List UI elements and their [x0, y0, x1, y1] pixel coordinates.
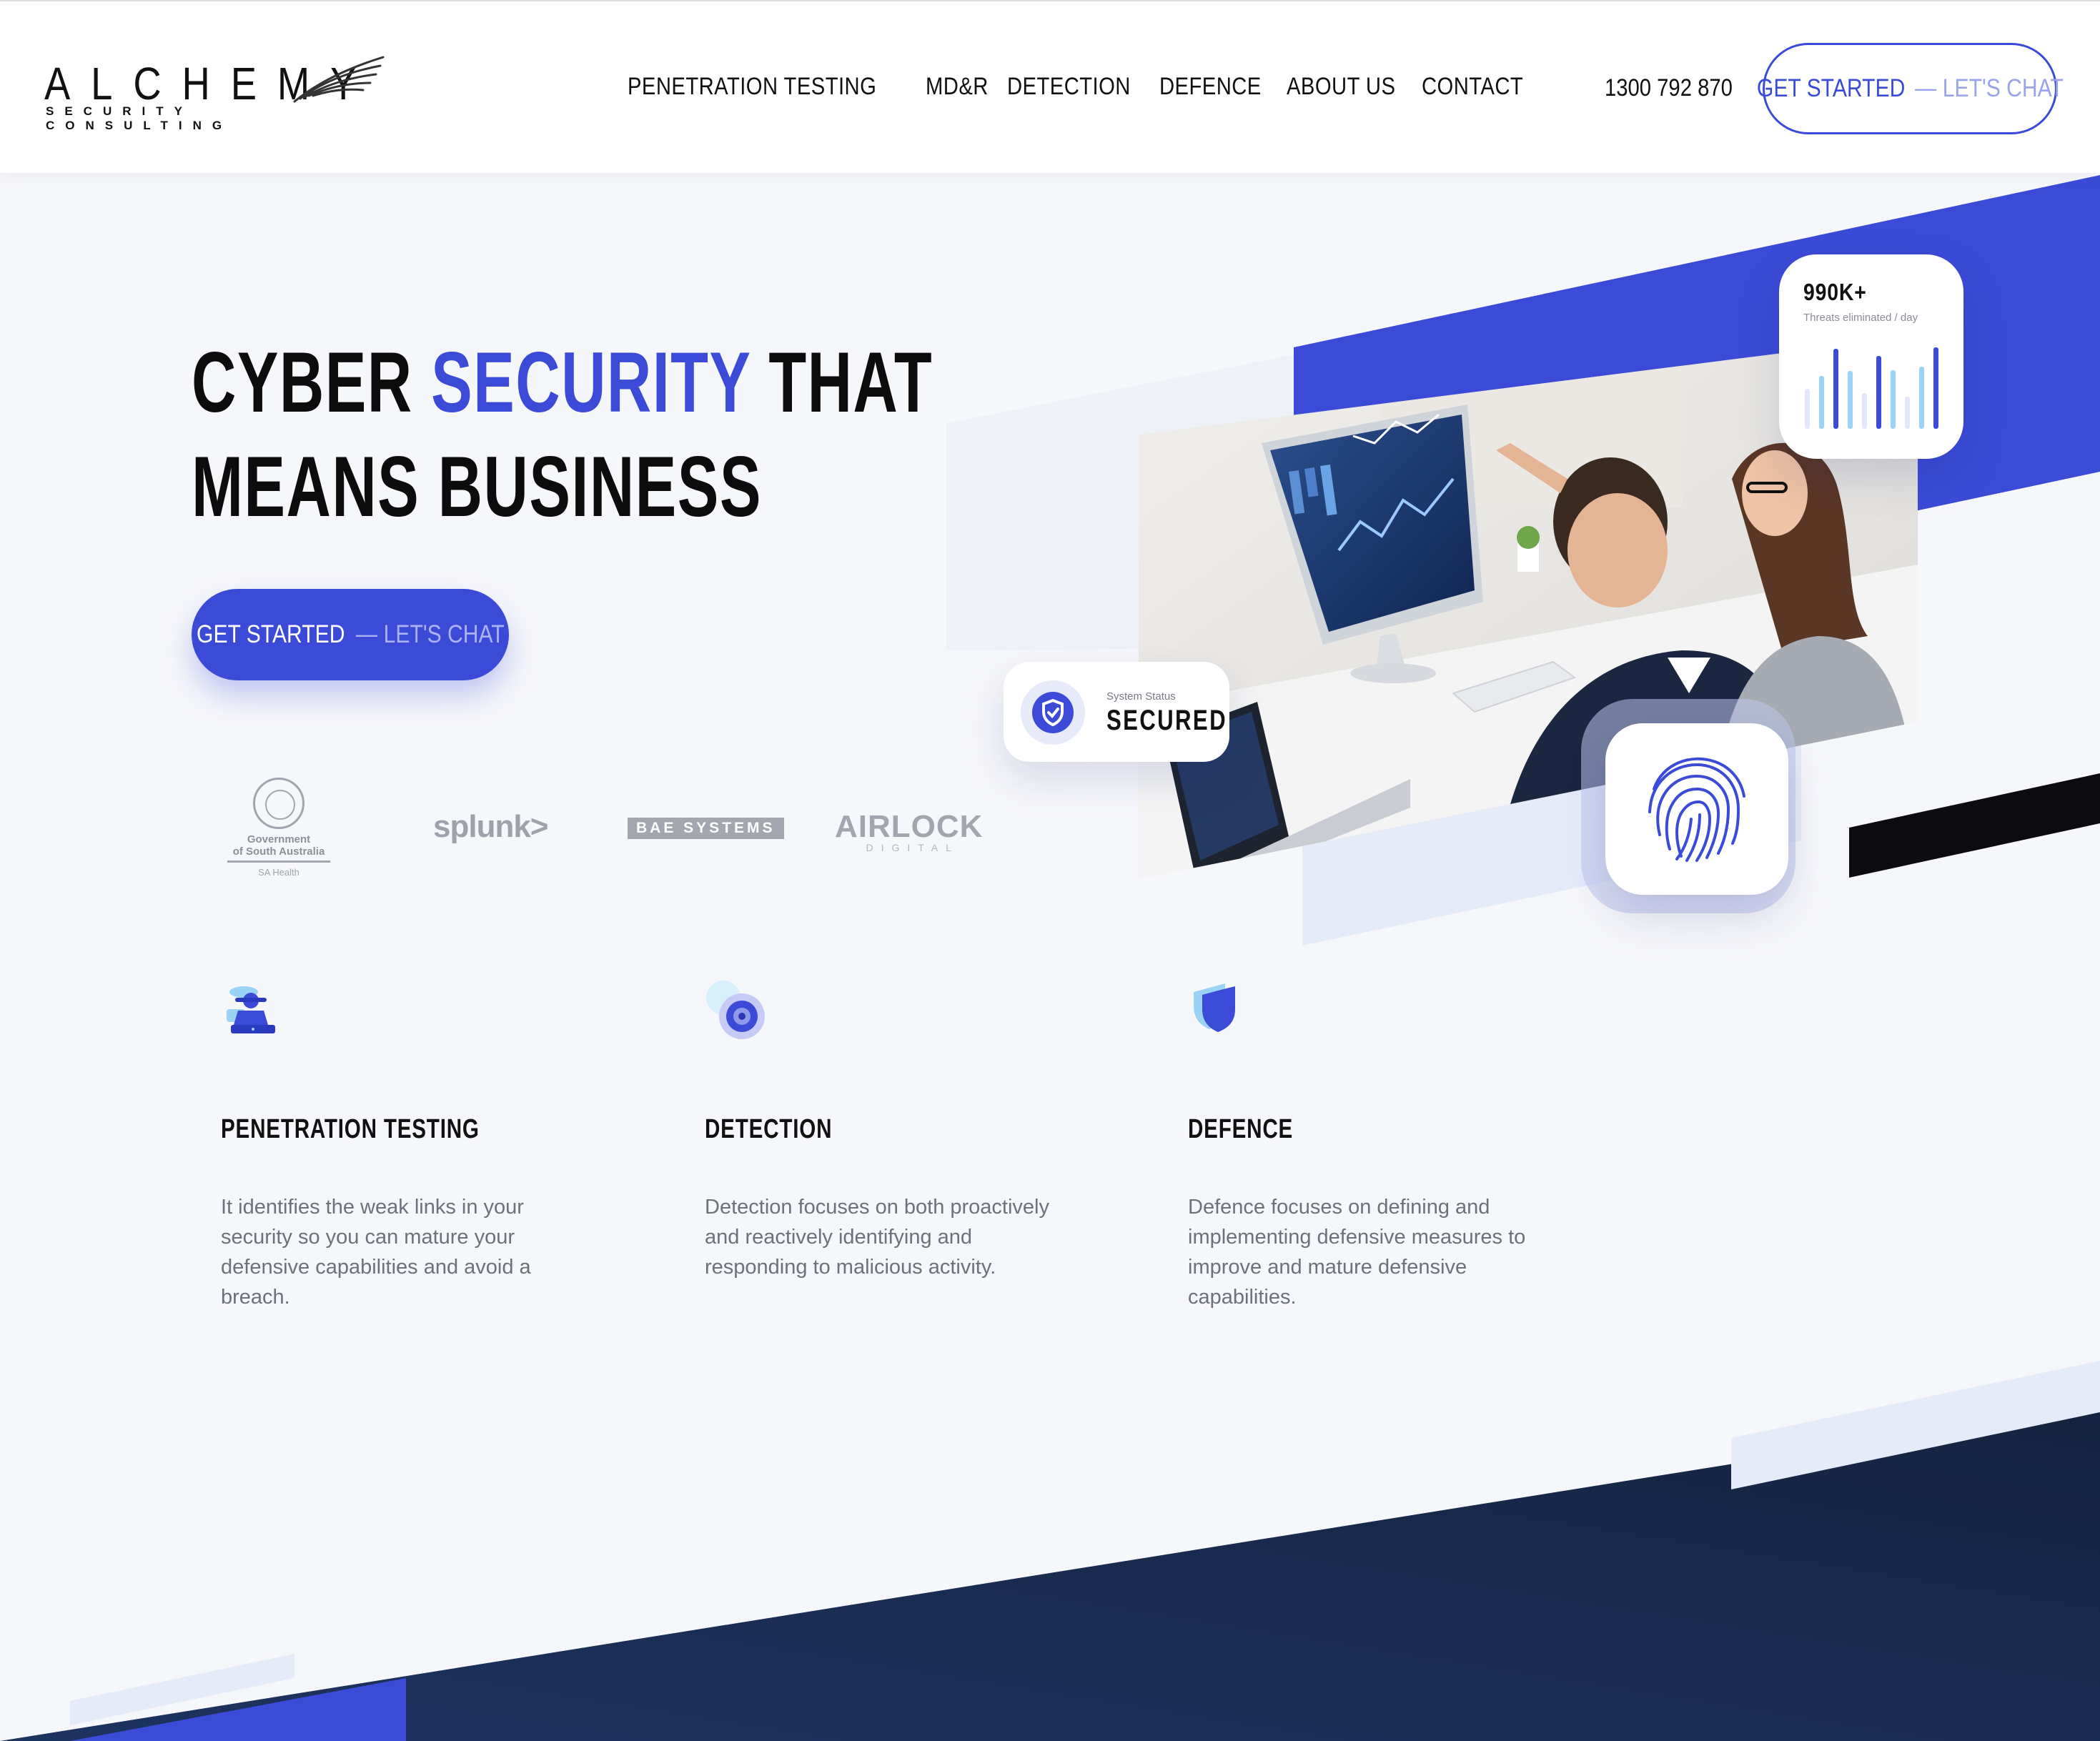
logo-airlock-digital: AIRLOCK DIGITAL — [835, 809, 983, 853]
feature-title: PENETRATION TESTING — [221, 1114, 480, 1144]
alchemy-logo[interactable]: ALCHEMY SECURITY CONSULTING — [44, 56, 385, 132]
feature-title: DEFENCE — [1188, 1114, 1294, 1144]
threats-stat-card: 990K+ Threats eliminated / day — [1779, 254, 1963, 459]
phone-number-link[interactable]: 1300 792 870 — [1605, 74, 1733, 102]
logo-splunk: splunk> — [433, 809, 548, 844]
hero-headline: CYBER SECURITY THAT MEANS BUSINESS — [192, 330, 933, 539]
headline-line2: MEANS BUSINESS — [192, 439, 762, 535]
status-value: SECURED — [1106, 705, 1227, 736]
feature-description: Defence focuses on defining and implemen… — [1188, 1196, 1526, 1309]
stat-bar — [1876, 356, 1881, 429]
feature-detection: DETECTION Detection focuses on both proa… — [705, 979, 1062, 1282]
nav-contact[interactable]: CONTACT — [1422, 73, 1523, 101]
stat-bar — [1919, 367, 1924, 429]
stat-bar — [1862, 393, 1867, 429]
sa-seal-icon — [253, 778, 304, 829]
logo-bae-systems: BAE SYSTEMS — [628, 818, 784, 839]
airlock-wordmark: AIRLOCK — [835, 809, 984, 844]
feature-defence: DEFENCE Defence focuses on defining and … — [1188, 979, 1545, 1312]
stat-bar — [1819, 376, 1824, 429]
stat-bar — [1891, 370, 1896, 429]
headline-part1: CYBER — [192, 334, 432, 430]
nav-detection[interactable]: DETECTION — [1007, 73, 1131, 101]
nav-defence[interactable]: DEFENCE — [1159, 73, 1262, 101]
sa-logo-line2: of South Australia — [232, 845, 325, 858]
stat-bar — [1848, 371, 1853, 429]
site-header: ALCHEMY SECURITY CONSULTING PENETRATION … — [0, 0, 2100, 173]
shield-icon — [1194, 983, 1235, 1032]
nav-penetration-testing[interactable]: PENETRATION TESTING — [628, 73, 876, 101]
hacker-laptop-icon — [227, 986, 275, 1033]
status-caption: System Status — [1106, 690, 1176, 703]
sa-logo-line1: Government — [247, 833, 311, 845]
hero-get-started-button[interactable]: GET STARTED — LET'S CHAT — [192, 589, 509, 680]
headline-part2: THAT — [750, 334, 933, 430]
system-status-card: System Status SECURED — [1004, 662, 1229, 762]
cta-lets-chat-label: LET'S CHAT — [1942, 74, 2064, 102]
threats-stat-value: 990K+ — [1803, 279, 1867, 305]
feature-title: DETECTION — [705, 1114, 833, 1144]
fingerprint-icon — [1648, 757, 1745, 862]
stat-bar — [1833, 349, 1838, 429]
sa-logo-line3: SA Health — [258, 867, 299, 878]
wing-icon — [293, 56, 385, 103]
feature-description: It identifies the weak links in your sec… — [221, 1196, 531, 1309]
nav-about-us[interactable]: ABOUT US — [1287, 73, 1395, 101]
status-shield-badge — [1021, 680, 1085, 745]
hero-cta-dash: — — [355, 620, 377, 648]
hero-cta-get-started-label: GET STARTED — [196, 620, 345, 648]
shield-check-icon — [1042, 698, 1064, 727]
radar-target-icon — [706, 981, 765, 1039]
logo-tagline: SECURITY CONSULTING — [46, 104, 233, 132]
stat-bar — [1805, 389, 1810, 429]
nav-mdr[interactable]: MD&R — [926, 73, 989, 101]
cta-dash: — — [1914, 74, 1936, 102]
stat-bar — [1905, 397, 1910, 429]
cta-get-started-label: GET STARTED — [1756, 74, 1905, 102]
header-get-started-button[interactable]: GET STARTED — LET'S CHAT — [1757, 43, 2063, 134]
fingerprint-card — [1605, 723, 1788, 895]
threats-stat-label: Threats eliminated / day — [1803, 312, 1918, 324]
feature-description: Detection focuses on both proactively an… — [705, 1196, 1049, 1279]
logo-government-south-australia: Government of South Australia SA Health — [222, 778, 336, 885]
feature-penetration-testing: PENETRATION TESTING It identifies the we… — [221, 979, 578, 1312]
threats-bar-chart — [1805, 347, 1938, 429]
headline-accent-word: SECURITY — [431, 334, 751, 430]
stat-bar — [1933, 347, 1938, 429]
hero-cta-lets-chat-label: LET'S CHAT — [383, 620, 505, 648]
sa-logo-rule — [227, 860, 330, 863]
main-nav: PENETRATION TESTING MD&R DETECTION DEFEN… — [628, 73, 1540, 101]
